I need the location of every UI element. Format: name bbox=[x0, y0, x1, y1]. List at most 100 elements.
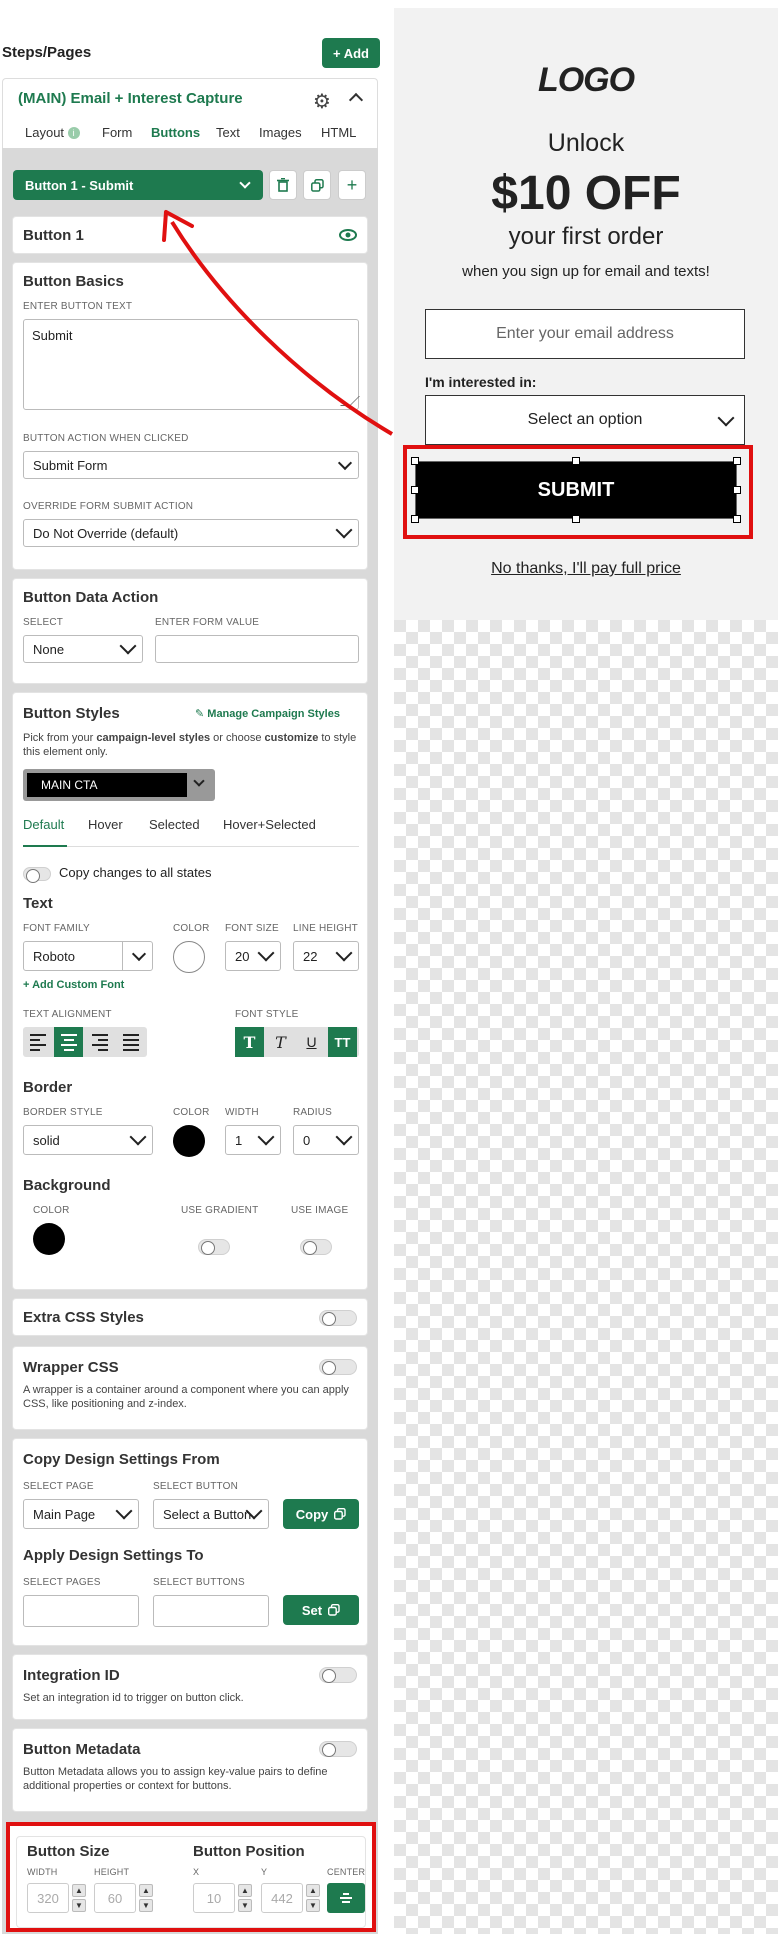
size-position-highlight: Button Size Button Position WIDTH HEIGHT… bbox=[6, 1822, 376, 1932]
manage-campaign-styles-link[interactable]: ✎ Manage Campaign Styles bbox=[195, 707, 340, 720]
button-styles-title: Button Styles bbox=[23, 705, 120, 722]
chevron-down-icon bbox=[335, 1128, 353, 1146]
font-style-label: FONT STYLE bbox=[235, 1009, 299, 1020]
align-right-icon bbox=[91, 1033, 108, 1051]
line-height-label: LINE HEIGHT bbox=[293, 923, 358, 934]
background-section-heading: Background bbox=[23, 1177, 111, 1194]
state-tabs-divider bbox=[23, 846, 359, 847]
wrapper-css-card: Wrapper CSS A wrapper is a container aro… bbox=[12, 1346, 368, 1430]
state-tab-hover-selected[interactable]: Hover+Selected bbox=[223, 817, 316, 832]
copy-design-button[interactable]: Copy bbox=[283, 1499, 359, 1529]
data-action-select[interactable]: None bbox=[23, 635, 143, 663]
state-tab-selected[interactable]: Selected bbox=[149, 817, 200, 832]
use-gradient-toggle[interactable] bbox=[198, 1239, 230, 1255]
select-buttons-input[interactable] bbox=[153, 1595, 269, 1627]
arrow-down-icon[interactable]: ▼ bbox=[238, 1899, 252, 1912]
chevron-down-icon bbox=[129, 1128, 147, 1146]
underline-button[interactable]: U bbox=[297, 1027, 326, 1057]
resize-handle[interactable] bbox=[411, 515, 419, 523]
font-family-value: Roboto bbox=[33, 948, 75, 964]
arrow-up-icon[interactable]: ▲ bbox=[306, 1884, 320, 1897]
use-gradient-label: USE GRADIENT bbox=[181, 1205, 259, 1216]
width-stepper[interactable]: ▲ ▼ bbox=[72, 1884, 86, 1912]
italic-icon: T bbox=[275, 1032, 286, 1052]
height-input[interactable]: 60 bbox=[94, 1883, 136, 1913]
text-alignment-group bbox=[23, 1027, 147, 1057]
arrow-up-icon[interactable]: ▲ bbox=[238, 1884, 252, 1897]
button-metadata-toggle[interactable] bbox=[319, 1741, 357, 1757]
height-stepper[interactable]: ▲ ▼ bbox=[139, 1884, 153, 1912]
wrapper-css-title: Wrapper CSS bbox=[23, 1359, 119, 1376]
underline-icon: U bbox=[306, 1034, 317, 1050]
chevron-down-icon bbox=[335, 521, 353, 539]
x-stepper[interactable]: ▲ ▼ bbox=[238, 1884, 252, 1912]
italic-button[interactable]: T bbox=[266, 1027, 295, 1057]
align-right-button[interactable] bbox=[85, 1027, 114, 1057]
line-height-select[interactable]: 22 bbox=[293, 941, 359, 971]
set-design-button[interactable]: Set bbox=[283, 1595, 359, 1625]
resize-handle[interactable] bbox=[733, 515, 741, 523]
border-color-swatch[interactable] bbox=[173, 1125, 205, 1157]
radius-select[interactable]: 0 bbox=[293, 1125, 359, 1155]
copy-icon bbox=[328, 1604, 340, 1616]
integration-id-toggle[interactable] bbox=[319, 1667, 357, 1683]
font-size-select[interactable]: 20 bbox=[225, 941, 281, 971]
x-input[interactable]: 10 bbox=[193, 1883, 235, 1913]
size-position-card: Button Size Button Position WIDTH HEIGHT… bbox=[16, 1836, 366, 1928]
radius-label: RADIUS bbox=[293, 1107, 332, 1118]
annotation-arrow bbox=[162, 210, 394, 436]
apply-design-title: Apply Design Settings To bbox=[23, 1547, 204, 1564]
height-label: HEIGHT bbox=[94, 1867, 130, 1877]
arrow-down-icon[interactable]: ▼ bbox=[72, 1899, 86, 1912]
select-page-dropdown[interactable]: Main Page bbox=[23, 1499, 139, 1529]
arrow-up-icon[interactable]: ▲ bbox=[139, 1884, 153, 1897]
arrow-down-icon[interactable]: ▼ bbox=[139, 1899, 153, 1912]
form-value-input[interactable] bbox=[155, 635, 359, 663]
state-tab-default[interactable]: Default bbox=[23, 817, 64, 832]
uppercase-button[interactable]: TT bbox=[328, 1027, 357, 1057]
select-pages-input[interactable] bbox=[23, 1595, 139, 1627]
form-value-label: ENTER FORM VALUE bbox=[155, 617, 260, 628]
bold-button[interactable]: T bbox=[235, 1027, 264, 1057]
wrapper-css-toggle[interactable] bbox=[319, 1359, 357, 1375]
font-size-label: FONT SIZE bbox=[225, 923, 279, 934]
text-color-swatch[interactable] bbox=[173, 941, 205, 973]
bg-color-swatch[interactable] bbox=[33, 1223, 65, 1255]
add-custom-font-link[interactable]: + Add Custom Font bbox=[23, 979, 124, 991]
use-image-toggle[interactable] bbox=[300, 1239, 332, 1255]
override-action-label: OVERRIDE FORM SUBMIT ACTION bbox=[23, 501, 194, 512]
border-width-value: 1 bbox=[235, 1132, 243, 1148]
align-justify-button[interactable] bbox=[116, 1027, 145, 1057]
width-input[interactable]: 320 bbox=[27, 1883, 69, 1913]
override-action-select[interactable]: Do Not Override (default) bbox=[23, 519, 359, 547]
button-size-title: Button Size bbox=[27, 1843, 110, 1860]
border-width-select[interactable]: 1 bbox=[225, 1125, 281, 1155]
font-family-select[interactable]: Roboto bbox=[23, 941, 153, 971]
center-button[interactable] bbox=[327, 1883, 365, 1913]
chevron-down-icon bbox=[193, 775, 205, 787]
arrow-up-icon[interactable]: ▲ bbox=[72, 1884, 86, 1897]
extra-css-title: Extra CSS Styles bbox=[23, 1309, 144, 1326]
border-width-label: WIDTH bbox=[225, 1107, 259, 1118]
data-action-card: Button Data Action SELECT None ENTER FOR… bbox=[12, 578, 368, 684]
resize-handle[interactable] bbox=[572, 515, 580, 523]
no-thanks-link[interactable]: No thanks, I'll pay full price bbox=[394, 560, 778, 578]
align-left-button[interactable] bbox=[23, 1027, 52, 1057]
integration-id-card: Integration ID Set an integration id to … bbox=[12, 1654, 368, 1720]
select-button-dropdown[interactable]: Select a Button bbox=[153, 1499, 269, 1529]
border-style-select[interactable]: solid bbox=[23, 1125, 153, 1155]
state-tab-hover[interactable]: Hover bbox=[88, 817, 123, 832]
y-input[interactable]: 442 bbox=[261, 1883, 303, 1913]
align-center-button[interactable] bbox=[54, 1027, 83, 1057]
y-stepper[interactable]: ▲ ▼ bbox=[306, 1884, 320, 1912]
x-label: X bbox=[193, 1867, 200, 1877]
arrow-down-icon[interactable]: ▼ bbox=[306, 1899, 320, 1912]
extra-css-toggle[interactable] bbox=[319, 1310, 357, 1326]
align-justify-icon bbox=[122, 1033, 139, 1051]
border-color-label: COLOR bbox=[173, 1107, 210, 1118]
use-image-label: USE IMAGE bbox=[291, 1205, 349, 1216]
style-preset-select[interactable]: MAIN CTA bbox=[23, 769, 215, 801]
edit-icon: ✎ bbox=[195, 708, 205, 720]
copy-states-toggle[interactable] bbox=[23, 867, 51, 883]
copy-icon bbox=[334, 1508, 346, 1520]
